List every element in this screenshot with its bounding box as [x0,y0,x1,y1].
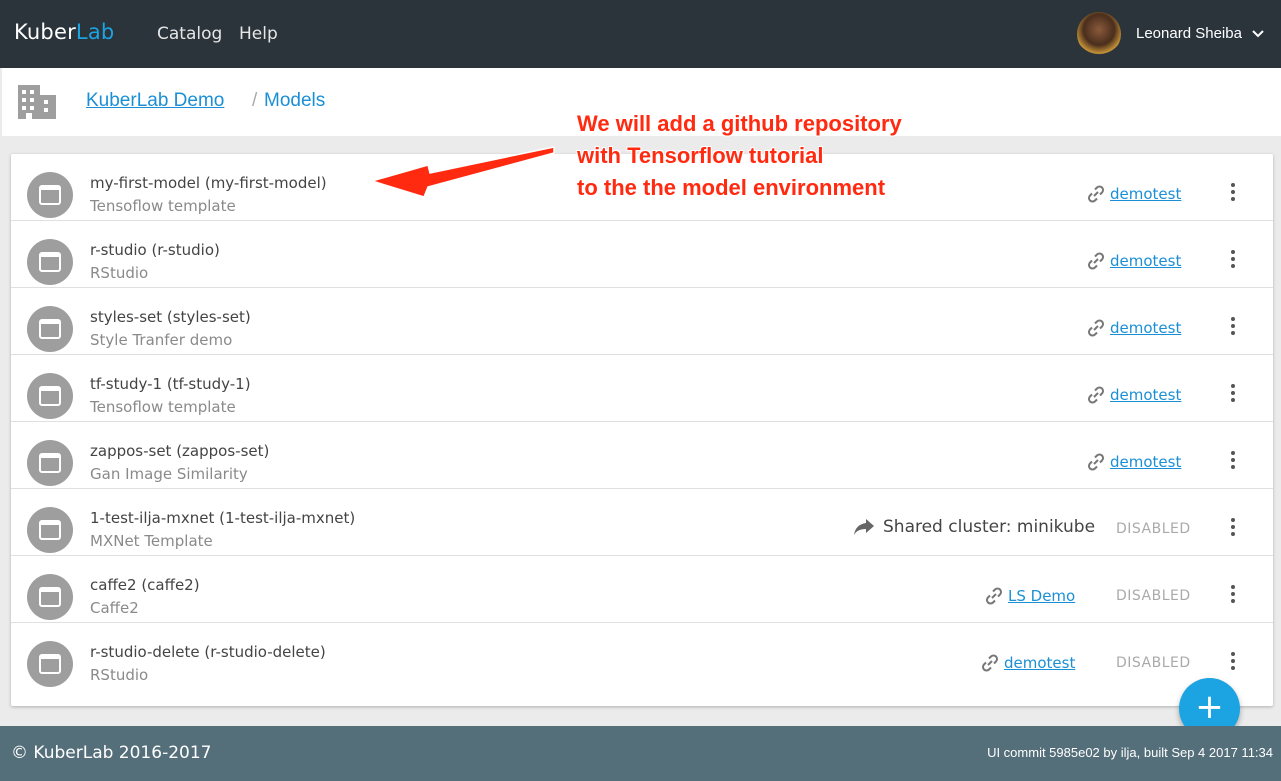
model-avatar [27,641,73,687]
model-subtitle: Tensoflow template [90,197,236,215]
top-navbar: KuberLab Catalog Help Leonard Sheiba [0,0,1281,68]
model-avatar [27,172,73,218]
link-icon [985,587,1003,605]
annotation-line: to the the model environment [577,175,886,200]
cluster-link-label[interactable]: demotest [1110,453,1181,471]
cluster-link-label[interactable]: demotest [1110,319,1181,337]
model-subtitle: Tensoflow template [90,398,236,416]
link-icon [1087,252,1105,270]
cluster-link-label[interactable]: demotest [1110,386,1181,404]
model-avatar [27,507,73,553]
link-icon [1087,386,1105,404]
annotation-line: We will add a github repository [577,111,902,136]
model-title[interactable]: 1-test-ilja-mxnet (1-test-ilja-mxnet) [90,509,355,527]
brand-logo[interactable]: KuberLab [14,20,114,44]
model-avatar [27,373,73,419]
annotation-text: We will add a github repository with Ten… [577,108,902,204]
footer-copyright: © KuberLab 2016-2017 [11,743,212,763]
model-row[interactable]: caffe2 (caffe2) Caffe2 LS Demo DISABLED [11,556,1273,623]
breadcrumb-separator: / [252,90,258,111]
cluster-link-label[interactable]: demotest [1110,252,1181,270]
model-subtitle: RStudio [90,264,149,282]
annotation-arrow [370,146,555,198]
status-badge: DISABLED [1116,588,1191,604]
cluster-link-label[interactable]: demotest [1004,654,1075,672]
model-subtitle: Style Tranfer demo [90,331,233,349]
model-subtitle: Gan Image Similarity [90,465,248,483]
model-title[interactable]: zappos-set (zappos-set) [90,442,269,460]
model-row[interactable]: tf-study-1 (tf-study-1) Tensoflow templat… [11,355,1273,422]
footer: © KuberLab 2016-2017 UI commit 5985e02 b… [0,726,1281,781]
model-title[interactable]: r-studio (r-studio) [90,241,220,259]
status-badge: DISABLED [1116,655,1191,671]
model-title[interactable]: tf-study-1 (tf-study-1) [90,375,251,393]
model-title[interactable]: styles-set (styles-set) [90,308,251,326]
cluster-link-label[interactable]: LS Demo [1008,587,1075,605]
model-subtitle: MXNet Template [90,532,213,550]
link-icon [981,654,999,672]
more-options-icon[interactable] [1222,314,1244,340]
model-title[interactable]: caffe2 (caffe2) [90,576,200,594]
link-icon [1087,185,1105,203]
model-subtitle: Caffe2 [90,599,139,617]
cluster-link[interactable]: demotest [1086,251,1181,271]
shared-cluster-label: Shared cluster: minikube [883,517,1096,537]
cluster-link-label[interactable]: demotest [1110,185,1181,203]
brand-accent: Lab [75,20,115,44]
cluster-link[interactable]: demotest [1086,385,1181,405]
more-options-icon[interactable] [1222,515,1244,541]
model-row[interactable]: r-studio-delete (r-studio-delete) RStudio… [11,623,1273,690]
annotation-line: with Tensorflow tutorial [577,143,824,168]
window-icon [39,252,61,272]
model-row[interactable]: styles-set (styles-set) Style Tranfer dem… [11,288,1273,355]
more-options-icon[interactable] [1222,247,1244,273]
status-badge: DISABLED [1116,521,1191,537]
user-menu-name[interactable]: Leonard Sheiba [1136,25,1242,42]
link-icon [1087,453,1105,471]
window-icon [39,453,61,473]
window-icon [39,587,61,607]
cluster-link[interactable]: LS Demo [984,586,1075,606]
building-icon [18,85,56,119]
cluster-link[interactable]: demotest [980,653,1075,673]
more-options-icon[interactable] [1222,649,1244,675]
model-row[interactable]: 1-test-ilja-mxnet (1-test-ilja-mxnet) MXN… [11,489,1273,556]
more-options-icon[interactable] [1222,381,1244,407]
model-avatar [27,574,73,620]
nav-catalog[interactable]: Catalog [157,24,222,44]
page-title: Models [264,90,326,111]
model-avatar [27,440,73,486]
model-title[interactable]: r-studio-delete (r-studio-delete) [90,643,326,661]
nav-help[interactable]: Help [239,24,278,44]
window-icon [39,185,61,205]
cluster-link[interactable]: demotest [1086,452,1181,472]
cluster-link[interactable]: demotest [1086,184,1181,204]
shared-cluster: Shared cluster: minikube [853,517,1095,537]
window-icon [39,386,61,406]
model-avatar [27,306,73,352]
model-subtitle: RStudio [90,666,149,684]
model-avatar [27,239,73,285]
more-options-icon[interactable] [1222,448,1244,474]
avatar[interactable] [1077,12,1121,56]
window-icon [39,520,61,540]
breadcrumb-org-link[interactable]: KuberLab Demo [86,90,224,112]
cluster-link[interactable]: demotest [1086,318,1181,338]
model-row[interactable]: r-studio (r-studio) RStudio demotest [11,221,1273,288]
brand-main: Kuber [14,20,76,44]
share-icon [854,519,874,535]
more-options-icon[interactable] [1222,180,1244,206]
model-row[interactable]: zappos-set (zappos-set) Gan Image Similar… [11,422,1273,489]
footer-commit-info: UI commit 5985e02 by ilja, built Sep 4 2… [987,745,1273,760]
window-icon [39,319,61,339]
more-options-icon[interactable] [1222,582,1244,608]
chevron-down-icon[interactable] [1251,27,1265,41]
window-icon [39,654,61,674]
link-icon [1087,319,1105,337]
models-list: my-first-model (my-first-model) Tensoflow… [11,154,1273,706]
model-title[interactable]: my-first-model (my-first-model) [90,174,327,192]
